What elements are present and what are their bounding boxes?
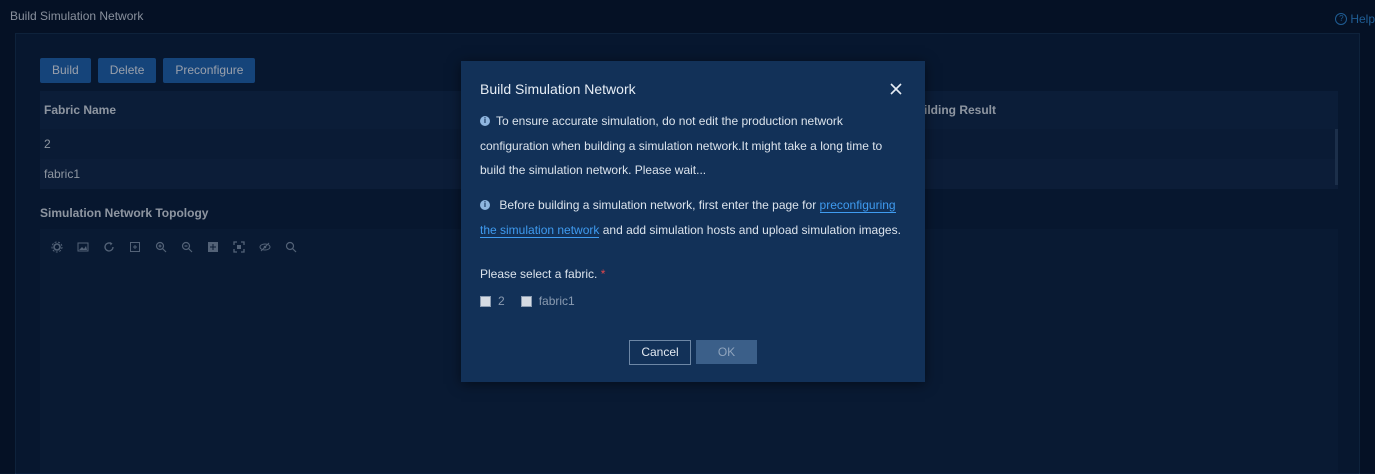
info-icon: i (480, 115, 490, 126)
cancel-button[interactable]: Cancel (629, 340, 691, 365)
fabric-option-fabric1[interactable]: fabric1 (520, 294, 575, 308)
dialog-title: Build Simulation Network (480, 81, 636, 97)
fabric-option-label: 2 (498, 294, 505, 308)
required-mark: * (600, 267, 606, 281)
info-icon: i (480, 199, 490, 210)
close-icon[interactable] (889, 82, 903, 96)
build-simulation-dialog: Build Simulation Network i To ensure accu… (461, 61, 925, 382)
info-text: To ensure accurate simulation, do not ed… (480, 114, 883, 177)
info-message-simulation: i To ensure accurate simulation, do not e… (480, 109, 910, 183)
info-text-before: Before building a simulation network, fi… (499, 198, 820, 212)
info-text-after: and add simulation hosts and upload simu… (599, 222, 901, 237)
info-message-preconfigure: i Before building a simulation network, … (480, 193, 910, 242)
fabric-option-label: fabric1 (538, 294, 575, 308)
fabric-option-2[interactable]: 2 (480, 294, 505, 308)
fabric-checkbox[interactable] (480, 295, 491, 307)
fabric-select-label: Please select a fabric. * (480, 267, 605, 281)
ok-button[interactable]: OK (696, 340, 757, 364)
fabric-checkbox[interactable] (520, 295, 532, 307)
fabric-label-text: Please select a fabric. (480, 267, 598, 281)
fabric-options: 2 fabric1 (480, 294, 575, 308)
